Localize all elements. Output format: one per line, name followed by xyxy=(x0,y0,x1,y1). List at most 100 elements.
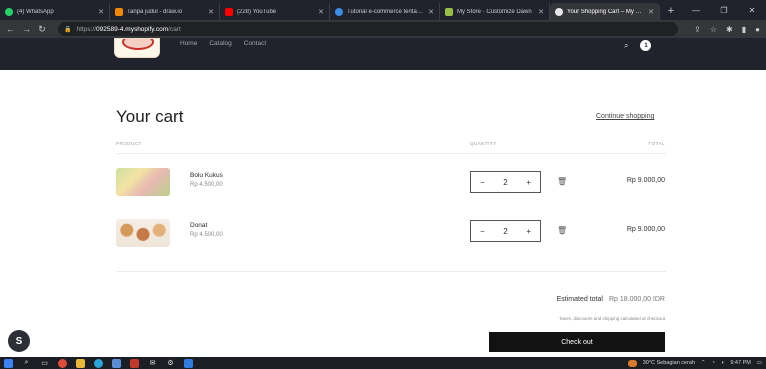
chrome-icon[interactable] xyxy=(58,358,67,368)
notification-icon[interactable]: ▭ xyxy=(757,360,762,366)
logo-mark xyxy=(122,39,154,50)
windows-start-icon[interactable] xyxy=(4,358,13,368)
column-header-total: TOTAL xyxy=(648,141,665,146)
divider xyxy=(116,153,666,154)
header-icons: ⌕ 1 xyxy=(624,40,652,51)
close-icon[interactable]: ✕ xyxy=(538,8,544,16)
column-header-quantity: QUANTITY xyxy=(470,141,497,146)
tab-title: Your Shopping Cart – My Store xyxy=(567,8,645,15)
close-window-icon[interactable]: ✕ xyxy=(738,6,766,15)
photos-icon[interactable] xyxy=(184,358,193,368)
share-icon[interactable]: ⇪ xyxy=(694,25,701,34)
quantity-input[interactable]: 2 xyxy=(503,178,507,187)
reload-icon[interactable]: ↻ xyxy=(38,24,46,35)
search-icon[interactable]: ⌕ xyxy=(624,41,628,51)
quantity-input[interactable]: 2 xyxy=(503,227,507,236)
nav-home[interactable]: Home xyxy=(180,40,197,47)
product-image-bolu-kukus[interactable] xyxy=(116,168,170,196)
maximize-icon[interactable]: ❐ xyxy=(710,6,738,15)
network-icon[interactable]: ◔ xyxy=(712,360,715,366)
store-logo[interactable] xyxy=(114,38,160,58)
edge-icon[interactable] xyxy=(94,358,103,368)
estimated-total-label: Estimated total xyxy=(556,296,603,303)
page-title: Your cart xyxy=(116,107,184,126)
estimated-total: Estimated total Rp 18.000,00 IDR xyxy=(557,296,665,303)
product-image-donat[interactable] xyxy=(116,219,170,247)
lock-icon: 🔒 xyxy=(64,26,72,33)
line-total: Rp 9.000,00 xyxy=(626,177,665,184)
trash-icon[interactable]: 🗑 xyxy=(557,177,567,186)
tab-title: Tanpa judul - draw.io xyxy=(127,8,183,15)
clock[interactable]: 9:47 PM xyxy=(730,360,750,366)
quantity-stepper: − 2 + xyxy=(470,171,541,193)
task-view-icon[interactable]: ▭ xyxy=(40,359,49,368)
checkout-button[interactable]: Check out xyxy=(489,332,665,352)
increase-button[interactable]: + xyxy=(526,227,531,236)
tab-tutorial[interactable]: Tutorial e-commerce tentang... ✕ xyxy=(330,3,440,20)
product-price: Rp 4.500,00 xyxy=(190,182,223,188)
tab-customize-dawn[interactable]: My Store · Customize Dawn ✕ xyxy=(440,3,550,20)
bookmark-star-icon[interactable]: ☆ xyxy=(710,25,717,34)
tab-title: (228) YouTube xyxy=(237,8,277,15)
tab-drawio[interactable]: Tanpa judul - draw.io ✕ xyxy=(110,3,220,20)
store-app-icon[interactable] xyxy=(112,358,121,368)
tab-title: Tutorial e-commerce tentang... xyxy=(347,8,425,15)
product-name[interactable]: Bolu Kukus xyxy=(190,172,223,179)
whatsapp-icon xyxy=(5,7,13,16)
system-tray: 30°C Sebagian cerah ⌃ ◔ ◖ 9:47 PM ▭ xyxy=(627,359,762,367)
taxes-note: Taxes, discounts and shipping calculated… xyxy=(559,316,665,321)
taskbar: ⌕ ▭ ✉ ⚙ 30°C Sebagian cerah ⌃ ◔ ◖ 9:47 P… xyxy=(0,357,766,369)
close-icon[interactable]: ✕ xyxy=(648,8,654,16)
nav-contact[interactable]: Contact xyxy=(244,40,266,47)
decrease-button[interactable]: − xyxy=(480,227,485,236)
shopify-bag-icon[interactable]: S xyxy=(8,330,30,352)
cart-count-badge[interactable]: 1 xyxy=(640,40,652,51)
address-bar[interactable]: 🔒 https://092589-4.myshopify.com/cart xyxy=(58,22,678,36)
store-icon xyxy=(555,7,563,16)
extensions-icon[interactable]: ✱ xyxy=(726,25,733,34)
increase-button[interactable]: + xyxy=(526,178,531,187)
close-icon[interactable]: ✕ xyxy=(318,8,324,16)
close-icon[interactable]: ✕ xyxy=(98,8,104,16)
search-icon[interactable]: ⌕ xyxy=(22,359,31,368)
product-price: Rp 4.500,00 xyxy=(190,232,223,238)
quantity-stepper: − 2 + xyxy=(470,220,541,242)
nav-catalog[interactable]: Catalog xyxy=(209,40,231,47)
decrease-button[interactable]: − xyxy=(480,178,485,187)
url-text: https://092589-4.myshopify.com/cart xyxy=(76,25,181,33)
tab-title: (4) WhatsApp xyxy=(17,8,54,15)
minimize-icon[interactable]: — xyxy=(682,6,710,15)
weather-text[interactable]: 30°C Sebagian cerah xyxy=(643,360,695,366)
close-icon[interactable]: ✕ xyxy=(428,8,434,16)
profile-icon[interactable]: ● xyxy=(755,25,760,34)
tab-whatsapp[interactable]: (4) WhatsApp ✕ xyxy=(0,3,110,20)
mail-icon[interactable]: ✉ xyxy=(148,359,157,368)
globe-icon xyxy=(335,7,343,16)
browser-tab-strip: (4) WhatsApp ✕ Tanpa judul - draw.io ✕ (… xyxy=(0,0,766,20)
app-icon[interactable] xyxy=(130,358,139,368)
file-explorer-icon[interactable] xyxy=(76,358,85,368)
tab-youtube[interactable]: (228) YouTube ✕ xyxy=(220,3,330,20)
chevron-up-icon[interactable]: ⌃ xyxy=(701,360,706,366)
trash-icon[interactable]: 🗑 xyxy=(557,226,567,235)
shopify-icon xyxy=(445,7,453,16)
volume-icon[interactable]: ◖ xyxy=(721,360,724,366)
window-controls: — ❐ ✕ xyxy=(682,0,766,20)
tab-title: My Store · Customize Dawn xyxy=(457,8,532,15)
drawio-icon xyxy=(115,7,123,16)
main-nav: Home Catalog Contact xyxy=(180,40,266,47)
back-arrow-icon[interactable]: ← xyxy=(6,24,15,34)
settings-gear-icon[interactable]: ⚙ xyxy=(166,359,175,368)
forward-arrow-icon[interactable]: → xyxy=(22,24,31,34)
continue-shopping-link[interactable]: Continue shopping xyxy=(596,113,654,120)
divider xyxy=(116,271,666,272)
product-name[interactable]: Donat xyxy=(190,222,207,229)
line-total: Rp 9.000,00 xyxy=(626,226,665,233)
column-header-product: PRODUCT xyxy=(116,141,142,146)
close-icon[interactable]: ✕ xyxy=(208,8,214,16)
browser-actions: ⇪ ☆ ✱ ▮ ● xyxy=(694,25,760,34)
sidebar-icon[interactable]: ▮ xyxy=(742,25,746,34)
new-tab-button[interactable]: + xyxy=(660,3,682,20)
tab-shopping-cart[interactable]: Your Shopping Cart – My Store ✕ xyxy=(550,3,660,20)
browser-toolbar: ← → ↻ 🔒 https://092589-4.myshopify.com/c… xyxy=(0,20,766,38)
